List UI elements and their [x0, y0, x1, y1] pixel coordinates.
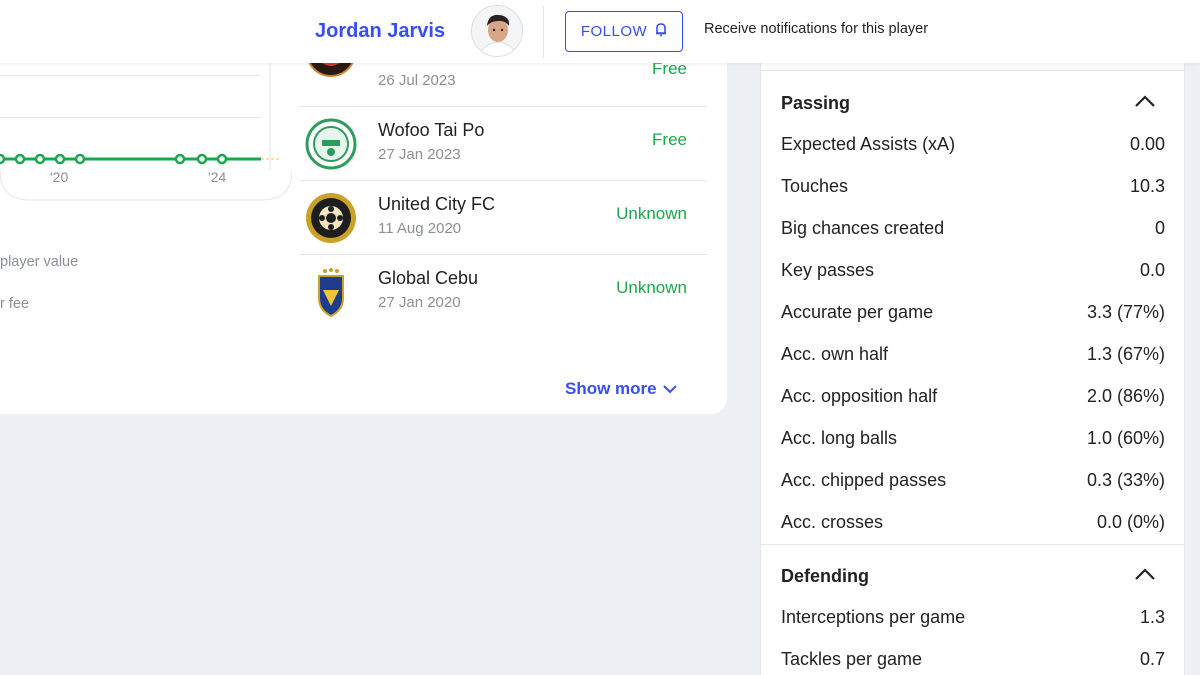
player-avatar: [471, 5, 523, 57]
chart-point: [74, 153, 86, 165]
club-logo: [305, 192, 357, 244]
stat-row: Acc. chipped passes 0.3 (33%): [781, 460, 1165, 502]
stat-row: Expected Assists (xA) 0.00: [781, 123, 1165, 165]
stat-label: Big chances created: [781, 217, 945, 238]
stat-value: 0.0 (0%): [1096, 512, 1165, 533]
section-divider: [761, 544, 1186, 545]
transfer-fee: Unknown: [616, 204, 687, 223]
transfer-fee: Unknown: [616, 278, 687, 297]
chart-point: [14, 153, 26, 165]
show-more-label: Show more: [565, 379, 657, 398]
follow-label: FOLLOW: [580, 23, 648, 40]
chart-point: [196, 153, 208, 165]
x-tick-label: '24: [208, 169, 227, 185]
transfer-date: 27 Jan 2020: [378, 294, 461, 311]
transfer-row[interactable]: Wofoo Tai Po 27 Jan 2023 Free: [300, 107, 707, 181]
transfer-date: 11 Aug 2020: [378, 220, 462, 237]
stat-row: Touches 10.3: [781, 165, 1165, 207]
chevron-up-icon[interactable]: [1134, 567, 1156, 586]
player-header-bar: Jordan Jarvis FOLLOW Receive notificatio…: [0, 0, 1200, 63]
section-title-defending: Defending: [781, 566, 869, 586]
notification-hint: Receive notifications for this player: [704, 21, 929, 37]
transfer-date: 26 Jul 2023: [378, 72, 456, 89]
transfer-row[interactable]: United City FC 11 Aug 2020 Unknown: [300, 181, 707, 255]
player-stats-panel: Passing Expected Assists (xA) 0.00 Touches…: [760, 62, 1186, 675]
stat-label: Acc. opposition half: [781, 386, 938, 407]
transfer-row[interactable]: Global Cebu 27 Jan 2020 Unknown: [300, 255, 707, 329]
stat-value: 0.3 (33%): [1086, 470, 1165, 491]
stat-label: Acc. chipped passes: [781, 470, 947, 491]
chart-point: [34, 153, 46, 165]
stat-row: Accurate per game 3.3 (77%): [781, 291, 1165, 333]
club-logo: [305, 266, 357, 318]
stat-row: Acc. crosses 0.0 (0%): [781, 502, 1165, 544]
stat-value: 0.00: [1129, 133, 1165, 154]
stat-row: Acc. long balls 1.0 (60%): [781, 418, 1165, 460]
stat-row: Big chances created 0: [781, 207, 1165, 249]
stat-label: Expected Assists (xA): [781, 133, 956, 154]
stat-value: 10.3: [1129, 175, 1165, 196]
stat-row: Acc. opposition half 2.0 (86%): [781, 376, 1165, 418]
chevron-up-icon[interactable]: [1134, 94, 1156, 113]
stat-label: Key passes: [781, 259, 875, 280]
transfer-fee: Free: [652, 130, 687, 149]
stat-label: Interceptions per game: [781, 606, 966, 627]
stat-value: 1.3: [1139, 606, 1165, 627]
show-more-button[interactable]: Show more: [565, 379, 677, 399]
stat-label: Acc. long balls: [781, 428, 898, 449]
chart-point: [54, 153, 66, 165]
stat-value: 1.3 (67%): [1086, 344, 1165, 364]
legend-player-value: player value: [0, 254, 79, 270]
player-name[interactable]: Jordan Jarvis: [315, 20, 445, 43]
club-name: Global Cebu: [378, 268, 479, 288]
club-name: United City FC: [378, 194, 496, 214]
stat-row: Interceptions per game 1.3: [781, 596, 1165, 638]
bell-icon: [655, 22, 667, 41]
stat-value: 1.0 (60%): [1086, 428, 1165, 449]
stat-label: Tackles per game: [781, 648, 923, 669]
stat-value: 0: [1154, 217, 1165, 238]
stat-value: 3.3 (77%): [1086, 301, 1165, 322]
stat-label: Touches: [781, 175, 849, 196]
stat-value: 0.7: [1139, 648, 1165, 669]
section-title-passing: Passing: [781, 93, 851, 113]
chart-point: [174, 153, 186, 165]
stat-row: Tackles per game 0.7: [781, 638, 1165, 675]
header-divider: [543, 6, 544, 58]
stat-label: Acc. crosses: [781, 512, 884, 533]
x-tick-label: '20: [50, 169, 69, 185]
transfer-date: 27 Jan 2023: [378, 146, 461, 163]
stat-label: Accurate per game: [781, 301, 934, 322]
follow-button[interactable]: FOLLOW: [565, 11, 683, 52]
legend-transfer-fee: r fee: [0, 296, 30, 312]
transfer-history-card: '20 '24 player value r fee 26 Jul 2023 F…: [0, 27, 727, 414]
chart-point: [0, 153, 6, 165]
club-name: Wofoo Tai Po: [378, 120, 485, 140]
stat-value: 2.0 (86%): [1086, 386, 1165, 407]
section-divider: [761, 70, 1186, 71]
stat-row: Acc. own half 1.3 (67%): [781, 334, 1165, 376]
club-logo: [305, 118, 357, 170]
stat-row: Key passes 0.0: [781, 249, 1165, 291]
chevron-down-icon: [662, 379, 677, 399]
stat-value: 0.0: [1139, 259, 1165, 280]
chart-point: [216, 153, 228, 165]
stat-label: Acc. own half: [781, 344, 889, 364]
